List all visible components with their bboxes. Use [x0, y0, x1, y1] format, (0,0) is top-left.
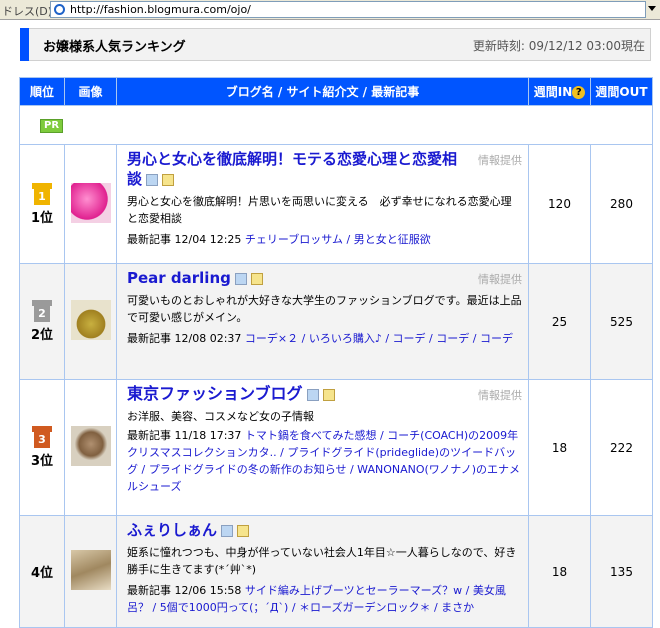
provider-label: 情報提供: [478, 154, 522, 167]
address-url[interactable]: http://fashion.blogmura.com/ojo/: [70, 3, 251, 16]
blog-title-link[interactable]: Pear darling: [127, 269, 231, 287]
ornament-thumbnail[interactable]: [70, 426, 111, 466]
provider-label: 情報提供: [478, 273, 522, 286]
latest-post-links[interactable]: コーデ×２ / いろいろ購入♪ / コーデ / コーデ / コーデ: [245, 332, 513, 345]
address-label: ドレス(D): [2, 5, 53, 18]
weekly-in: 18: [528, 515, 591, 628]
table-row: 4位 ふぇりしぁん 姫系に憧れつつも、中身が伴っていない社会人1年目☆一人暮らし…: [19, 515, 653, 628]
star-icon[interactable]: [322, 388, 335, 401]
weekly-out: 135: [590, 515, 653, 628]
rank-cell: 3 3位: [19, 379, 65, 516]
rank-cell: 4位: [19, 515, 65, 628]
header-accent-bar: [20, 28, 29, 61]
heart-thumbnail[interactable]: [70, 182, 111, 223]
address-bar: ドレス(D) http://fashion.blogmura.com/ojo/: [0, 0, 660, 20]
rank-place: 1位: [30, 210, 54, 226]
table-header-row: 順位 画像 ブログ名 / サイト紹介文 / 最新記事 週間IN? 週間OUT: [19, 77, 653, 106]
update-time: 更新時刻: 09/12/12 03:00現在: [472, 39, 645, 53]
weekly-in: 18: [528, 379, 591, 516]
thumb-cell: [64, 515, 117, 628]
blog-title-link[interactable]: 男心と女心を徹底解明！モテる恋愛心理と恋愛相談: [127, 150, 457, 188]
latest-posts: 最新記事 11/18 17:37 トマト鍋を食べてみた感想 / コーチ(COAC…: [127, 429, 520, 493]
blog-title-link[interactable]: 東京ファッションブログ: [127, 384, 303, 403]
col-rank: 順位: [19, 77, 65, 106]
profile-icon[interactable]: [221, 524, 234, 537]
blog-info-cell: ふぇりしぁん 姫系に憧れつつも、中身が伴っていない社会人1年目☆一人暮らしなので…: [116, 515, 529, 628]
address-dropdown-icon[interactable]: [648, 6, 656, 11]
blog-info-cell: 情報提供 男心と女心を徹底解明！モテる恋愛心理と恋愛相談 男心と女心を徹底解明！…: [116, 144, 529, 264]
ranking-table: 順位 画像 ブログ名 / サイト紹介文 / 最新記事 週間IN? 週間OUT P…: [19, 77, 653, 628]
table-row: 2 2位 情報提供 Pear darling 可愛いものとおしゃれが大好きな大学…: [19, 263, 653, 380]
room-thumbnail[interactable]: [70, 550, 111, 590]
blog-description: 男心と女心を徹底解明！片思いを両思いに変える 必ず幸せになれる恋愛心理と恋愛相談: [127, 195, 512, 225]
pr-row: PR: [19, 105, 653, 145]
thumb-cell: [64, 144, 117, 264]
latest-posts: 最新記事 12/08 02:37 コーデ×２ / いろいろ購入♪ / コーデ /…: [127, 332, 513, 345]
weekly-out: 280: [590, 144, 653, 264]
pr-badge[interactable]: PR: [40, 118, 64, 133]
pear-thumbnail[interactable]: [70, 300, 111, 340]
blog-description: 姫系に憧れつつも、中身が伴っていない社会人1年目☆一人暮らしなので、好き勝手に生…: [127, 546, 517, 576]
provider-label: 情報提供: [478, 389, 522, 402]
rank-place: 4位: [30, 566, 54, 581]
col-out: 週間OUT: [590, 77, 653, 106]
bronze-medal-icon: 3: [32, 426, 52, 448]
col-image: 画像: [64, 77, 117, 106]
latest-post-links[interactable]: チェリーブロッサム / 男と女と征服欲: [245, 233, 431, 246]
weekly-in: 25: [528, 263, 591, 380]
profile-icon[interactable]: [306, 388, 319, 401]
rank-place: 2位: [30, 328, 54, 343]
thumb-cell: [64, 263, 117, 380]
col-in-label: 週間IN: [533, 85, 573, 99]
table-row: 3 3位 情報提供 東京ファッションブログ お洋服、美容、コスメなど女の子情報 …: [19, 379, 653, 516]
col-in: 週間IN?: [528, 77, 591, 106]
blog-info-cell: 情報提供 東京ファッションブログ お洋服、美容、コスメなど女の子情報 最新記事 …: [116, 379, 529, 516]
rank-cell: 2 2位: [19, 263, 65, 380]
blog-title-link[interactable]: ふぇりしぁん: [127, 521, 217, 539]
latest-posts: 最新記事 12/06 15:58 サイド編み上げブーツとセーラーマーズ？w / …: [127, 584, 506, 614]
ie-page-icon: [54, 4, 65, 15]
help-icon[interactable]: ?: [572, 86, 586, 99]
profile-icon[interactable]: [146, 173, 159, 186]
rank-place: 3位: [30, 454, 54, 469]
page-title: お嬢様系人気ランキング: [43, 40, 186, 55]
profile-icon[interactable]: [234, 272, 247, 285]
blog-description: 可愛いものとおしゃれが大好きな大学生のファッションブログです。最近は上品で可愛い…: [127, 294, 522, 324]
ranking-header: お嬢様系人気ランキング 更新時刻: 09/12/12 03:00現在: [20, 28, 651, 61]
star-icon[interactable]: [162, 173, 175, 186]
col-blog: ブログ名 / サイト紹介文 / 最新記事: [116, 77, 529, 106]
table-row: 1 1位 情報提供 男心と女心を徹底解明！モテる恋愛心理と恋愛相談 男心と女心を…: [19, 144, 653, 264]
blog-info-cell: 情報提供 Pear darling 可愛いものとおしゃれが大好きな大学生のファッ…: [116, 263, 529, 380]
rank-cell: 1 1位: [19, 144, 65, 264]
thumb-cell: [64, 379, 117, 516]
star-icon[interactable]: [237, 524, 250, 537]
weekly-in: 120: [528, 144, 591, 264]
silver-medal-icon: 2: [32, 300, 52, 322]
weekly-out: 525: [590, 263, 653, 380]
weekly-out: 222: [590, 379, 653, 516]
gold-medal-icon: 1: [32, 182, 52, 205]
blog-description: お洋服、美容、コスメなど女の子情報: [127, 410, 314, 423]
address-input[interactable]: http://fashion.blogmura.com/ojo/: [50, 1, 646, 18]
star-icon[interactable]: [250, 272, 263, 285]
latest-posts: 最新記事 12/04 12:25 チェリーブロッサム / 男と女と征服欲: [127, 233, 431, 246]
